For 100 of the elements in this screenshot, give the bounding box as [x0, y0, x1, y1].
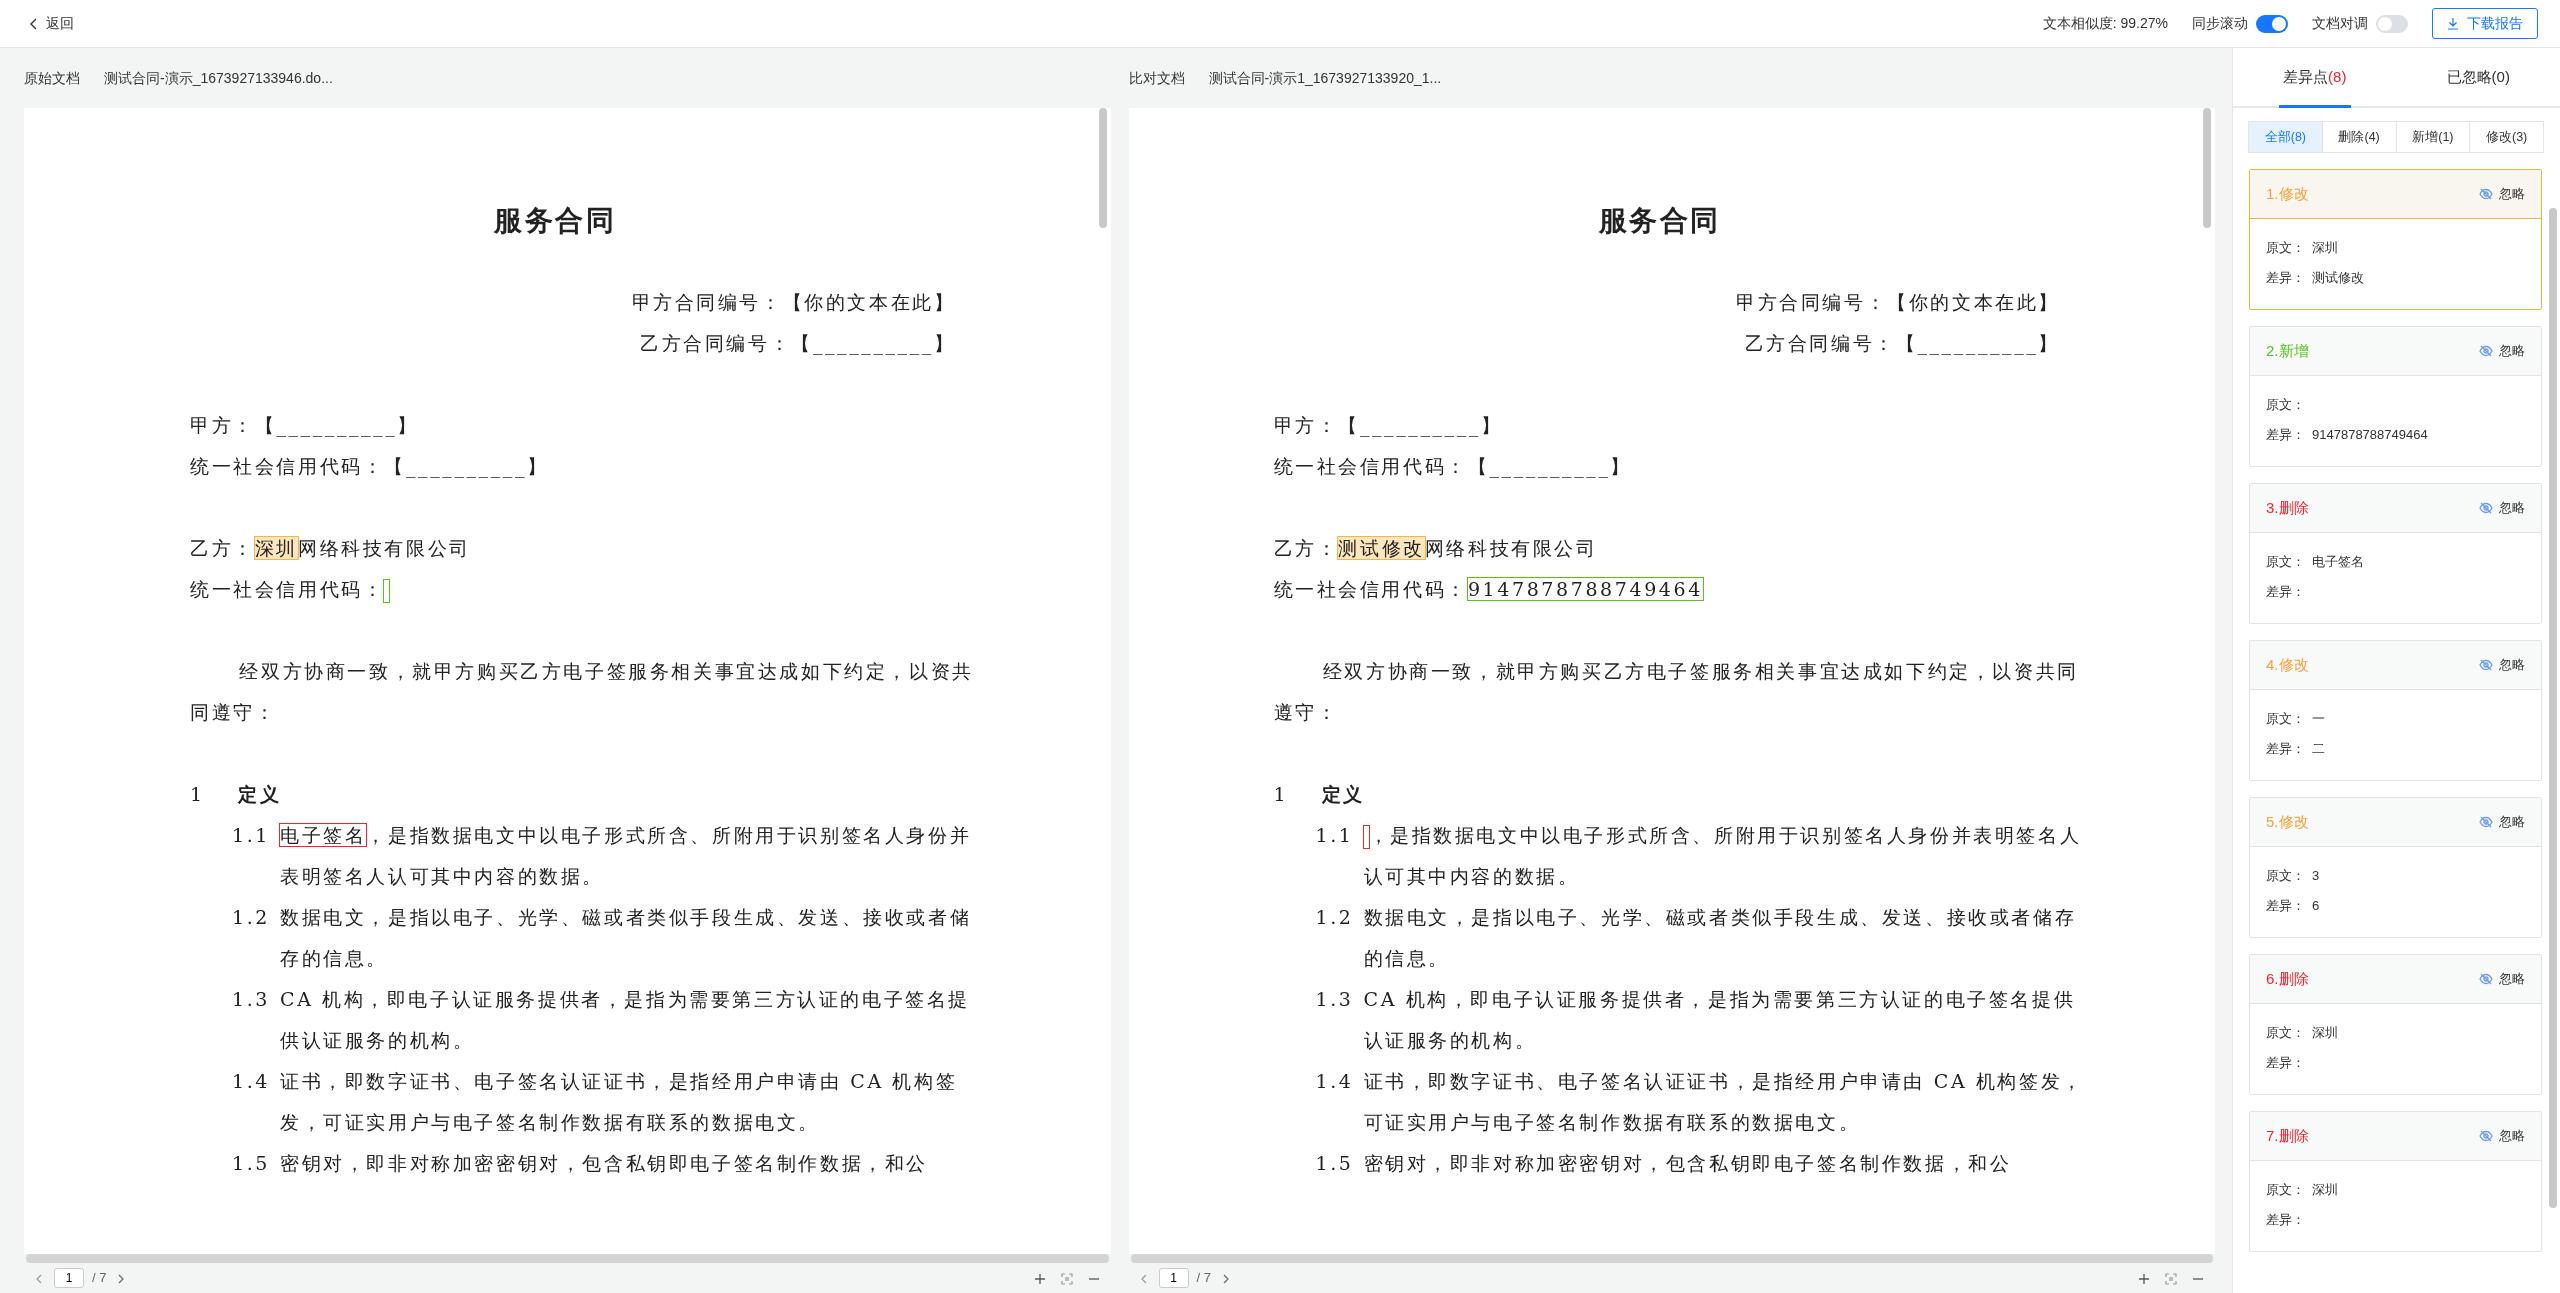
clause-number: 1.1 — [232, 823, 272, 848]
page-total: / 7 — [1196, 1269, 1211, 1288]
document-text: 统一社会信用代码：【__________】 — [1272, 454, 1634, 480]
field-label: 差异： — [2266, 426, 2306, 445]
filter-tab[interactable]: 删除(4) — [2321, 121, 2397, 153]
filter-tab[interactable]: 全部(8) — [2248, 121, 2323, 153]
document-text: 乙方：测试修改 网络科技有限公司 — [1272, 536, 1599, 561]
difference-card[interactable]: 6.删除 忽略 原文： 深圳 差异： — [2249, 954, 2542, 1095]
page-number-field[interactable]: 1 — [1158, 1268, 1189, 1288]
eye-slash-icon — [2479, 188, 2493, 200]
ignore-button[interactable]: 忽略 — [2479, 812, 2525, 832]
difference-card[interactable]: 4.修改 忽略 原文： 一 差异： 二 — [2249, 640, 2542, 781]
eye-slash-icon — [2479, 659, 2493, 671]
ignore-button[interactable]: 忽略 — [2479, 184, 2525, 204]
ignore-button[interactable]: 忽略 — [2479, 1126, 2525, 1146]
scrollbar[interactable] — [26, 1254, 1109, 1263]
ignore-button[interactable]: 忽略 — [2479, 969, 2525, 989]
document-text: 甲方：【__________】 — [1272, 413, 1504, 439]
document-text: CA 机构，即电子认证服务提供者，是指为需要第三方认证的电子签名提供认证服务的机构。 — [280, 987, 972, 1053]
field-label: 差异： — [2266, 269, 2306, 288]
document-text: 证书，即数字证书、电子签名认证证书，是指经用户申请由 CA 机构签发，可证实用户与电子签名制作数据有联系的数据电文。 — [1363, 1069, 2085, 1135]
difference-title: 1.修改 — [2266, 183, 2309, 204]
difference-card[interactable]: 1.修改 忽略 原文： 深圳 差异： 测试修改 — [2249, 169, 2542, 310]
difference-card[interactable]: 2.新增 忽略 原文： 差异： 9147878788749464 — [2249, 326, 2542, 467]
clause-number: 1.5 — [232, 1151, 272, 1176]
section-heading: 定义 — [1321, 782, 1365, 807]
scrollbar[interactable] — [1130, 1254, 2213, 1263]
field-label: 差异： — [2266, 740, 2306, 759]
field-label: 差异： — [2266, 897, 2306, 916]
document-type-label: 原始文档 — [24, 68, 80, 88]
document-text: 统一社会信用代码：【__________】 — [189, 454, 550, 480]
document-text: 甲方合同编号：【你的文本在此】 — [1735, 290, 2061, 315]
panel-tab[interactable]: 差异点(8) — [2233, 48, 2397, 106]
changed-text: 测试修改 — [2312, 269, 2364, 288]
back-button[interactable]: 返回 — [30, 13, 74, 34]
filter-tab[interactable]: 新增(1) — [2395, 121, 2471, 153]
fit-screen-icon — [1060, 1272, 1073, 1285]
document-text: 密钥对，即非对称加密密钥对，包含私钥即电子签名制作数据，和公 — [280, 1151, 928, 1176]
difference-card[interactable]: 3.删除 忽略 原文： 电子签名 差异： — [2249, 483, 2542, 624]
toggle-switch[interactable] — [2256, 14, 2288, 33]
difference-card[interactable]: 7.删除 忽略 原文： 深圳 差异： — [2249, 1111, 2542, 1252]
clause-number: 1.1 — [1315, 823, 1355, 848]
ignore-button[interactable]: 忽略 — [2479, 655, 2525, 675]
field-label: 原文： — [2266, 1181, 2306, 1200]
document-type-label: 比对文档 — [1128, 68, 1185, 88]
eye-slash-icon — [2479, 1130, 2493, 1142]
document-title: 服务合同 — [1597, 203, 1722, 239]
file-name: 测试合同-演示_1673927133946.do... — [104, 68, 333, 88]
section-number: 1 — [1273, 782, 1290, 807]
field-label: 原文： — [2266, 710, 2306, 729]
plus-icon — [2139, 1274, 2149, 1285]
clause-number: 1.2 — [232, 905, 272, 930]
document-text: 经双方协商一致，就甲方购买乙方电子签服务相关事宜达成如下约定，以资共同遵守： — [1272, 659, 2080, 725]
eye-slash-icon — [2479, 816, 2493, 828]
field-label: 原文： — [2266, 553, 2306, 572]
difference-card[interactable]: 5.修改 忽略 原文： 3 差异： 6 — [2249, 797, 2542, 938]
chevron-right-icon — [1222, 1274, 1229, 1285]
filter-tab[interactable]: 修改(3) — [2469, 121, 2544, 153]
ignore-button[interactable]: 忽略 — [2479, 341, 2525, 361]
field-label: 差异： — [2266, 1211, 2306, 1230]
clause-number: 1.4 — [1315, 1069, 1355, 1094]
scrollbar[interactable] — [1098, 108, 1107, 228]
document-text: 电子签名，是指数据电文中以电子形式所含、所附用于识别签名人身份并表明签名人认可其中内容的数据。 — [280, 823, 973, 889]
document-text: 经双方协商一致，就甲方购买乙方电子签服务相关事宜达成如下约定，以资共同遵守： — [189, 659, 975, 725]
document-text: 甲方合同编号：【你的文本在此】 — [630, 290, 957, 315]
clause-number: 1.4 — [232, 1069, 272, 1094]
changed-text: 二 — [2312, 740, 2325, 759]
file-name: 测试合同-演示1_1673927133920_1... — [1208, 68, 1442, 88]
chevron-left-icon — [30, 17, 38, 30]
toggle-switch[interactable] — [2376, 14, 2408, 33]
field-label: 差异： — [2266, 1054, 2306, 1073]
document-text: 证书，即数字证书、电子签名认证证书，是指经用户申请由 CA 机构签发，可证实用户与电子签名制作数据有联系的数据电文。 — [280, 1069, 959, 1135]
original-text: 电子签名 — [2312, 553, 2364, 572]
clause-number: 1.2 — [1315, 905, 1355, 930]
clause-number: 1.3 — [1315, 987, 1355, 1012]
similarity-text: 文本相似度: 99.27% — [2042, 14, 2168, 33]
difference-title: 6.删除 — [2266, 968, 2309, 989]
clause-number: 1.5 — [1315, 1151, 1355, 1176]
ignore-button[interactable]: 忽略 — [2479, 498, 2525, 518]
changed-text: 6 — [2312, 897, 2320, 916]
page-total: / 7 — [92, 1269, 107, 1288]
field-label: 原文： — [2266, 867, 2306, 886]
download-report-button[interactable]: 下载报告 — [2432, 8, 2538, 39]
eye-slash-icon — [2479, 502, 2493, 514]
panel-tab[interactable]: 已忽略(0) — [2396, 48, 2560, 106]
difference-title: 3.删除 — [2266, 497, 2309, 518]
section-number: 1 — [190, 782, 206, 807]
original-text: 深圳 — [2312, 1024, 2338, 1043]
chevron-left-icon — [36, 1274, 42, 1285]
field-label: 差异： — [2266, 583, 2306, 602]
scrollbar[interactable] — [2203, 108, 2211, 228]
page-number-field[interactable]: 1 — [54, 1268, 84, 1288]
document-text: 统一社会信用代码：9147878788749464 — [1272, 577, 1704, 602]
document-text: ，是指数据电文中以电子形式所含、所附用于识别签名人身份并表明签名人认可其中内容的数据。 — [1363, 823, 2083, 889]
document-text: 数据电文，是指以电子、光学、磁或者类似手段生成、发送、接收或者储存的信息。 — [1363, 905, 2078, 971]
document-text: CA 机构，即电子认证服务提供者，是指为需要第三方认证的电子签名提供认证服务的机构。 — [1363, 987, 2077, 1053]
field-label: 原文： — [2266, 396, 2306, 415]
field-label: 原文： — [2266, 239, 2306, 258]
scrollbar[interactable] — [2549, 208, 2557, 1208]
difference-title: 4.修改 — [2266, 654, 2309, 675]
